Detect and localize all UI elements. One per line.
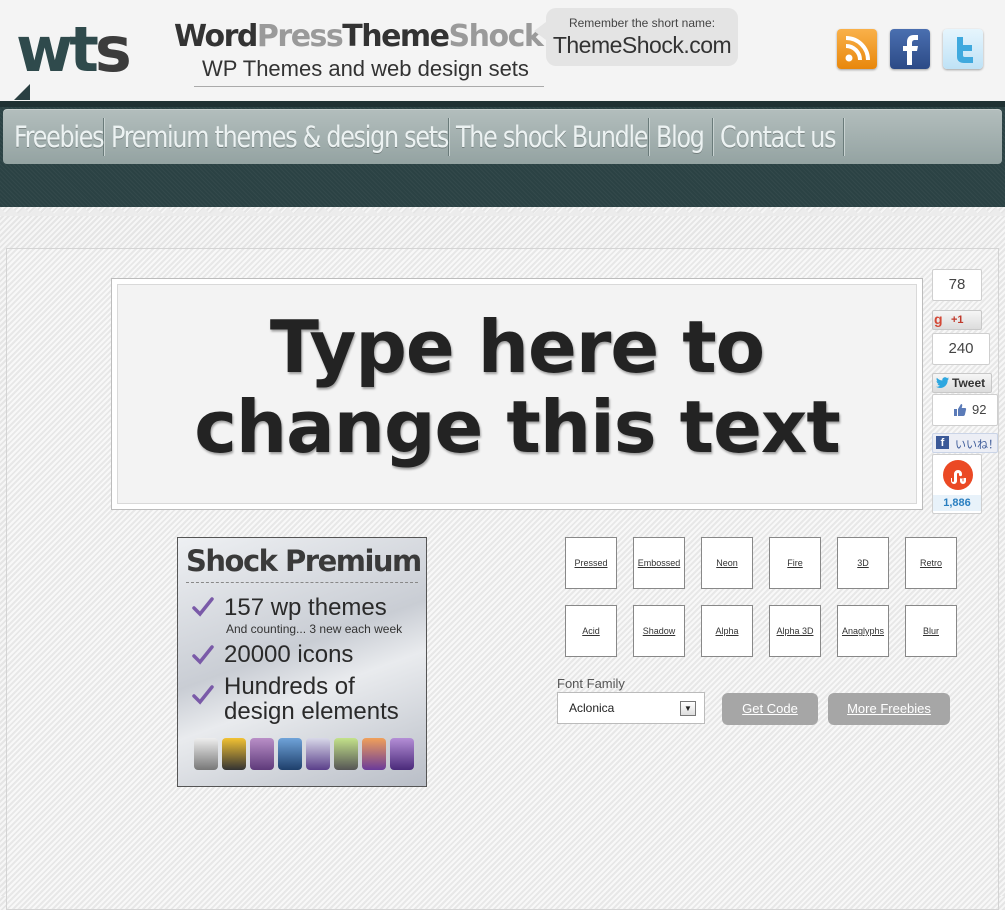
premium-item-themes: 157 wp themes — [224, 594, 387, 621]
preview-text[interactable]: Type here to change this text — [112, 307, 922, 467]
logo-mark: wts — [16, 19, 132, 81]
font-family-label: Font Family — [557, 676, 625, 691]
gplus-icon: g — [934, 311, 943, 327]
nav-zigzag-edge — [0, 200, 1005, 216]
logo-title: WordPressThemeShock — [174, 19, 544, 54]
gplus-label: +1 — [951, 314, 964, 326]
logo-underline — [194, 86, 544, 87]
get-code-button[interactable]: Get Code — [722, 693, 818, 725]
gplus-button[interactable]: g +1 — [932, 310, 982, 330]
effect-3d[interactable]: 3D — [837, 537, 889, 589]
effect-shadow[interactable]: Shadow — [633, 605, 685, 657]
text-preview-editor[interactable]: Type here to change this text — [111, 278, 923, 510]
stumbleupon-count: 1,886 — [933, 495, 981, 511]
nav-separator — [712, 117, 715, 156]
effect-retro[interactable]: Retro — [905, 537, 957, 589]
tweet-count: 240 — [932, 333, 990, 365]
fb-like-button[interactable]: f いいね！ — [932, 433, 999, 453]
nav-item-blog[interactable]: Blog — [656, 120, 710, 154]
check-icon — [192, 597, 214, 617]
site-header: wts WordPressThemeShock WP Themes and we… — [0, 0, 1005, 104]
effect-neon[interactable]: Neon — [701, 537, 753, 589]
premium-item-elements-2: design elements — [224, 698, 399, 725]
logo-title-theme: Theme — [342, 19, 450, 54]
trash-icon — [194, 738, 218, 770]
logo-title-press: Press — [256, 19, 344, 54]
facebook-icon[interactable] — [890, 29, 930, 69]
fb-like-count-box: 92 — [932, 394, 998, 426]
logo-corner — [14, 84, 30, 100]
effect-blur[interactable]: Blur — [905, 605, 957, 657]
chevron-down-icon[interactable]: ▼ — [680, 701, 696, 716]
twitter-icon[interactable] — [943, 29, 983, 69]
rss-icon[interactable] — [837, 29, 877, 69]
logo-subtitle: WP Themes and web design sets — [202, 56, 529, 81]
fb-like-count: 92 — [972, 402, 987, 417]
logo-mark-s: s — [94, 13, 132, 86]
fb-small-icon: f — [936, 436, 949, 449]
effect-alpha-3d[interactable]: Alpha 3D — [769, 605, 821, 657]
site-logo[interactable]: wts WordPressThemeShock WP Themes and we… — [14, 14, 546, 104]
font-family-select[interactable]: Aclonica ▼ — [557, 692, 705, 724]
logo-title-word: Word — [174, 19, 258, 54]
nav-separator — [842, 117, 845, 156]
film-camera-icon — [222, 738, 246, 770]
preview-line-2: change this text — [194, 385, 841, 469]
check-icon — [192, 685, 214, 705]
preview-line-1: Type here to — [269, 305, 765, 389]
nav-item-freebies[interactable]: Freebies — [14, 120, 110, 154]
stumbleupon-icon — [943, 460, 973, 490]
effect-acid[interactable]: Acid — [565, 605, 617, 657]
check-icon — [192, 645, 214, 665]
short-name-bubble: Remember the short name: ThemeShock.com — [534, 8, 738, 66]
phone-icon — [278, 738, 302, 770]
book-icon — [250, 738, 274, 770]
twitter-bird-icon — [936, 377, 949, 388]
thumbs-up-icon — [954, 404, 967, 416]
bubble-caption: Remember the short name: — [568, 16, 716, 30]
nav-item-premium[interactable]: Premium themes & design sets — [111, 120, 455, 154]
effect-fire[interactable]: Fire — [769, 537, 821, 589]
satellite-icon — [334, 738, 358, 770]
nav-item-bundle[interactable]: The shock Bundle — [456, 120, 654, 154]
usb-icon — [390, 738, 414, 770]
font-family-value: Aclonica — [569, 701, 615, 715]
stumbleupon-button[interactable]: 1,886 — [932, 454, 982, 514]
bubble-domain: ThemeShock.com — [552, 32, 732, 58]
gplus-count: 78 — [932, 269, 982, 301]
effect-alpha[interactable]: Alpha — [701, 605, 753, 657]
logo-mark-wt: wt — [16, 13, 99, 86]
effect-embossed[interactable]: Embossed — [633, 537, 685, 589]
nav-band-stripe — [0, 101, 1005, 107]
premium-icon-samples — [194, 738, 414, 772]
logo-title-shock: Shock — [448, 19, 544, 54]
premium-item-icons: 20000 icons — [224, 641, 354, 668]
mobile-icon — [306, 738, 330, 770]
premium-title: Shock Premium — [186, 544, 422, 578]
tweet-button[interactable]: Tweet — [932, 373, 992, 393]
premium-divider — [186, 582, 418, 583]
effect-anaglyphs[interactable]: Anaglyphs — [837, 605, 889, 657]
fb-like-label: いいね！ — [955, 439, 999, 451]
premium-item-themes-sub: And counting... 3 new each week — [226, 622, 403, 636]
shock-premium-banner[interactable]: Shock Premium 157 wp themes And counting… — [177, 537, 427, 787]
premium-item-elements-1: Hundreds of — [224, 673, 355, 700]
user-icon — [362, 738, 386, 770]
more-freebies-button[interactable]: More Freebies — [828, 693, 950, 725]
effect-pressed[interactable]: Pressed — [565, 537, 617, 589]
tweet-label: Tweet — [952, 376, 986, 390]
nav-item-contact[interactable]: Contact us — [720, 120, 842, 154]
nav-items: Freebies Premium themes & design sets Th… — [14, 109, 851, 164]
